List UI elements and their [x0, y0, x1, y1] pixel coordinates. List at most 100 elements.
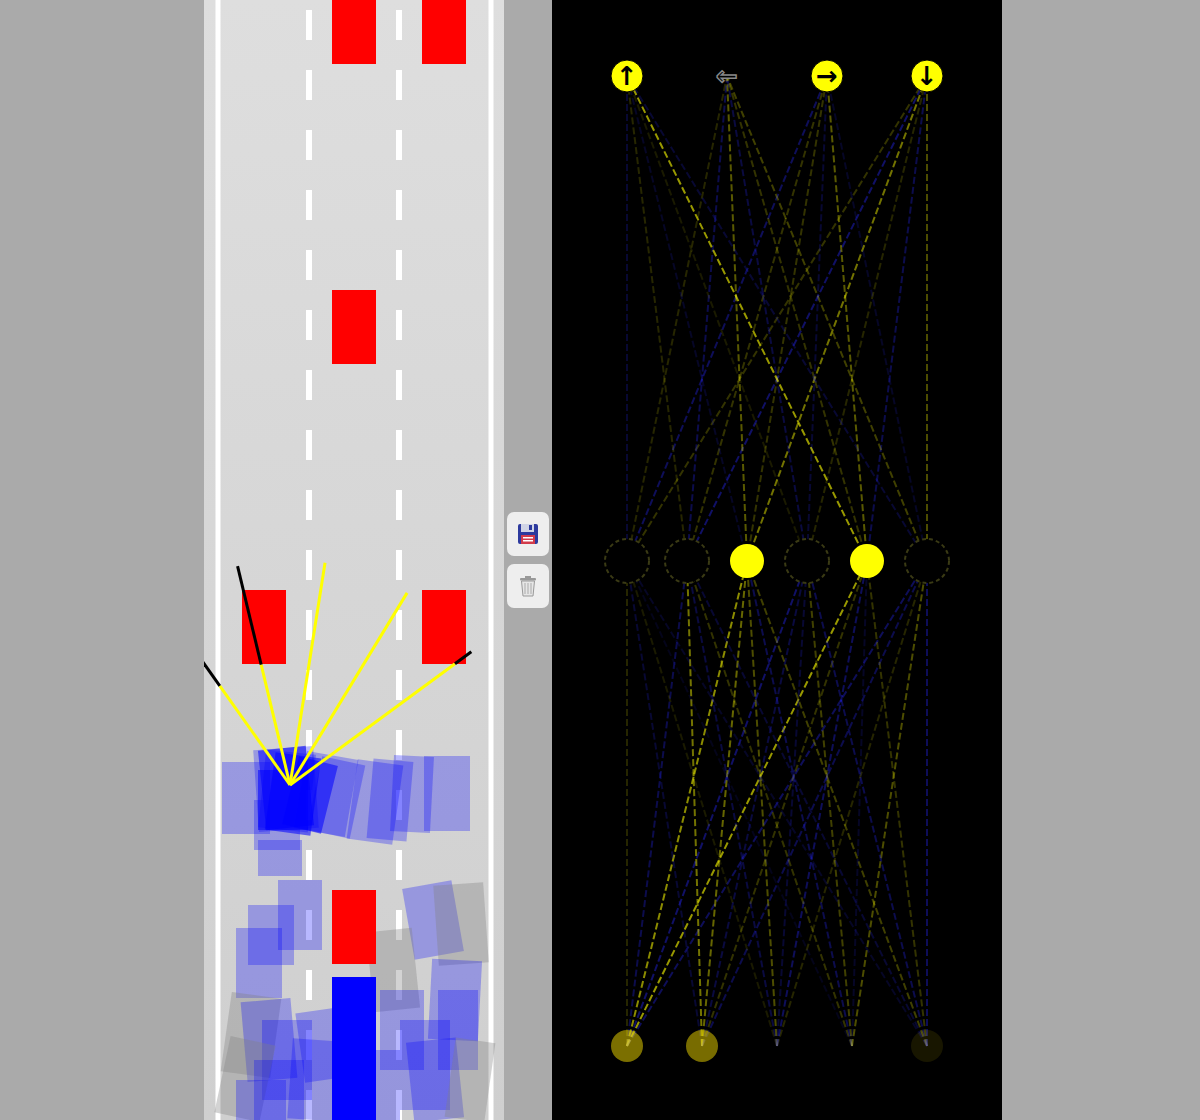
connection: [867, 561, 927, 1046]
arrow-label: ↓: [916, 61, 938, 91]
output-node: ↓: [911, 60, 943, 92]
ghost-car: [433, 882, 488, 965]
connection: [777, 561, 927, 1046]
ghost-car: [424, 756, 470, 831]
connection: [926, 561, 928, 1046]
connection: [627, 561, 687, 1046]
connection: [687, 76, 927, 561]
sensor-ray: [238, 566, 290, 785]
connection: [777, 561, 807, 1046]
connection: [807, 561, 852, 1046]
connection: [687, 561, 852, 1046]
hidden-node: [730, 544, 764, 578]
ghost-car: [236, 1080, 286, 1120]
player-car: [332, 977, 376, 1120]
connection: [867, 76, 927, 561]
connection: [627, 561, 852, 1046]
connection: [627, 561, 702, 1046]
hidden-node: [605, 539, 649, 583]
road-surface: [204, 0, 504, 1120]
connection: [926, 76, 928, 561]
connection: [627, 76, 807, 561]
ghost-car: [400, 1020, 450, 1110]
traffic-car: [332, 890, 376, 964]
hidden-node: [905, 539, 949, 583]
background: [1002, 0, 1200, 1120]
floppy-disk-icon: [517, 523, 539, 545]
connection: [827, 76, 927, 561]
connection: [627, 76, 727, 561]
arrow-label: ←: [716, 61, 738, 91]
connection: [626, 76, 628, 561]
connection: [777, 561, 867, 1046]
connection: [747, 76, 827, 561]
arrow-label: ↑: [616, 61, 638, 91]
connection: [747, 561, 927, 1046]
connection: [747, 76, 927, 561]
road-border: [216, 0, 221, 1120]
arrow-label: →: [816, 61, 838, 91]
road-border: [489, 0, 494, 1120]
connection: [627, 561, 927, 1046]
connection: [687, 561, 702, 1046]
ghost-car: [445, 1038, 496, 1120]
connection: [727, 76, 747, 561]
sensor-ray: [290, 652, 471, 785]
traffic-car: [422, 0, 466, 64]
connection: [627, 561, 747, 1046]
connection: [702, 561, 747, 1046]
connection: [807, 561, 927, 1046]
connection: [827, 76, 867, 561]
connection: [702, 561, 867, 1046]
trash-can-icon: [517, 575, 539, 597]
input-node: [911, 1030, 943, 1062]
sensor-ray: [204, 601, 290, 785]
connection: [627, 561, 927, 1046]
background: [0, 0, 204, 1120]
connection: [727, 76, 867, 561]
ghost-car: [258, 840, 302, 876]
input-node: [836, 1030, 868, 1062]
sensor-ray: [290, 563, 325, 785]
connection: [627, 76, 927, 561]
traffic-car: [332, 0, 376, 64]
hidden-node: [665, 539, 709, 583]
connection: [687, 561, 927, 1046]
ghost-car: [236, 928, 282, 998]
traffic-car: [242, 590, 286, 664]
network-canvas: ↑ ← → ↓: [552, 0, 1002, 1120]
connection: [626, 561, 628, 1046]
input-node: [686, 1030, 718, 1062]
connection: [627, 76, 867, 561]
hidden-node: [850, 544, 884, 578]
hidden-node: [785, 539, 829, 583]
connection: [727, 76, 807, 561]
connection: [727, 76, 927, 561]
toolbar: [504, 0, 552, 1120]
connection: [627, 561, 867, 1046]
save-button[interactable]: [507, 512, 549, 556]
connection: [702, 561, 927, 1046]
connection: [852, 561, 927, 1046]
traffic-car: [332, 290, 376, 364]
input-node: [611, 1030, 643, 1062]
input-node: [761, 1030, 793, 1062]
road-canvas: [204, 0, 504, 1120]
lane-divider: [306, 10, 312, 1120]
connection: [627, 561, 807, 1046]
ghost-car: [282, 756, 338, 834]
output-node: ↑: [611, 60, 643, 92]
discard-button[interactable]: [507, 564, 549, 608]
connection: [627, 76, 927, 561]
connection: [627, 76, 747, 561]
connection: [852, 561, 867, 1046]
output-node: ←: [716, 61, 738, 91]
output-node: →: [811, 60, 843, 92]
app: ↑ ← → ↓: [0, 0, 1200, 1120]
connection: [627, 76, 687, 561]
traffic-car: [422, 590, 466, 664]
sensor-ray: [290, 593, 407, 785]
connection: [807, 76, 927, 561]
connection: [747, 561, 852, 1046]
connection: [627, 561, 777, 1046]
